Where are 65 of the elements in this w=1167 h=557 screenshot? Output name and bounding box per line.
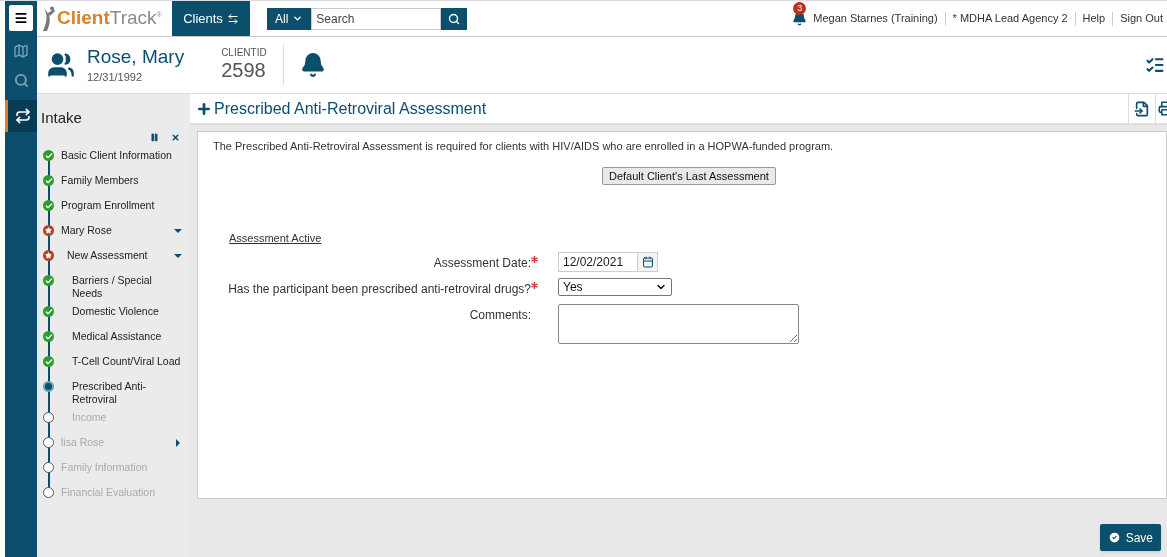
client-name: Rose, Mary (87, 44, 185, 69)
chevron-down-icon[interactable] (292, 13, 304, 24)
pause-icon[interactable] (150, 133, 159, 142)
page-description: The Prescribed Anti-Retroviral Assessment is required for clients with HIV/AIDS who are enrolled in a HOPWA-funded program. (213, 139, 835, 154)
page-title: Prescribed Anti-Retroviral Assessment (214, 98, 487, 119)
header-link[interactable]: Sign Out (1120, 10, 1163, 27)
export-icon[interactable] (1134, 100, 1150, 117)
alert-bell-icon[interactable] (299, 52, 326, 78)
search-button[interactable] (441, 7, 468, 30)
header-link[interactable]: Help (1082, 10, 1106, 27)
client-avatar-icon (47, 51, 75, 79)
workflow-icon[interactable] (5, 100, 37, 132)
workflow-step[interactable]: Prescribed Anti-Retroviral (72, 375, 182, 406)
star-icon (43, 225, 54, 236)
caret-down-icon[interactable] (174, 252, 182, 260)
logo: ClientTrack$^{®}$ (57, 6, 162, 31)
check-icon (43, 306, 54, 317)
client-id: 2598 (221, 57, 266, 83)
map-icon[interactable] (13, 43, 29, 59)
workflow-step[interactable]: Barriers / Special Needs (72, 269, 182, 300)
close-icon[interactable] (171, 133, 180, 142)
star-icon (43, 250, 54, 261)
menu-button[interactable] (9, 5, 33, 31)
field-label: Has the participant been prescribed anti-retroviral drugs? (227, 281, 531, 298)
workflow-step[interactable]: New Assessment (67, 244, 174, 262)
default-assessment-button[interactable]: Default Client's Last Assessment (602, 166, 776, 185)
search-field[interactable]: Search (311, 7, 442, 30)
workflow-step[interactable]: Mary Rose (61, 219, 173, 237)
swap-icon[interactable] (226, 12, 239, 25)
workflow-title: Intake (40, 108, 83, 125)
menu-icon[interactable] (14, 11, 28, 25)
field-label: Comments: (468, 307, 531, 324)
workflow-step[interactable]: T-Cell Count/Viral Load (72, 350, 182, 368)
dropdown-field[interactable]: Yes (558, 278, 672, 296)
field-label: Assessment Date: (432, 255, 531, 272)
search-icon[interactable] (448, 12, 461, 25)
check-icon (43, 275, 54, 286)
check-circle-icon[interactable] (1107, 531, 1121, 544)
calendar-icon[interactable] (638, 252, 658, 272)
search-scope-dropdown[interactable]: All (267, 7, 312, 30)
notification-badge: 3 (793, 2, 807, 15)
check-icon (43, 175, 54, 186)
client-id-label: CLIENTID (221, 47, 267, 58)
caret-down-icon[interactable] (174, 227, 182, 235)
date-field[interactable]: 12/02/2021 (558, 252, 638, 272)
check-icon (43, 200, 54, 211)
workflow-step[interactable]: Medical Assistance (72, 325, 182, 343)
header-link[interactable]: * MDHA Lead Agency 2 (952, 10, 1068, 27)
checklist-icon[interactable] (1145, 55, 1165, 75)
save-button[interactable]: Save (1099, 524, 1161, 551)
check-icon (43, 150, 54, 161)
clients-tab[interactable]: Clients (172, 1, 250, 36)
comments-field[interactable] (558, 304, 799, 344)
client-dob: 12/31/1992 (87, 69, 144, 85)
caret-right-icon[interactable] (174, 439, 182, 447)
workflow-step[interactable]: Basic Client Information (61, 144, 173, 162)
logo-figure-icon (41, 5, 57, 32)
add-icon (196, 100, 212, 117)
section-heading: Assessment Active (229, 230, 323, 246)
check-icon (43, 356, 54, 367)
workflow-step[interactable]: Program Enrollment (61, 194, 173, 212)
check-icon (43, 331, 54, 342)
workflow-step[interactable]: Family Members (61, 169, 173, 187)
header-link[interactable]: Megan Starnes (Training) (813, 10, 938, 27)
workflow-step[interactable]: Domestic Violence (72, 300, 182, 318)
